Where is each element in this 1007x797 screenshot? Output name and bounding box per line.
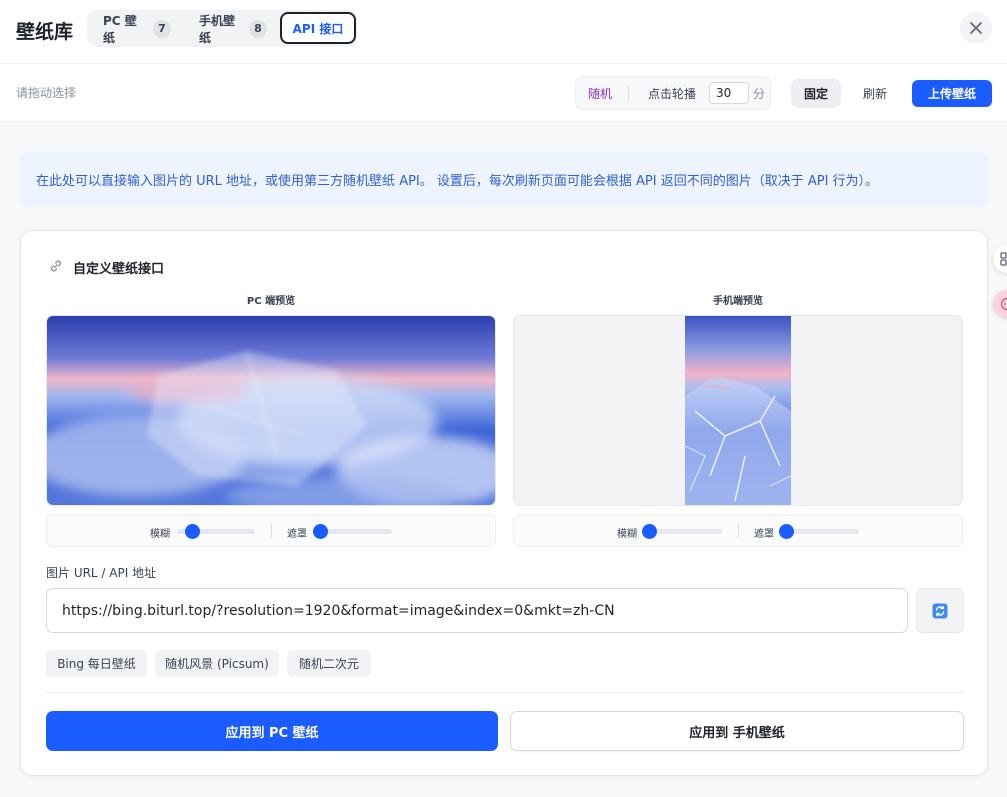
mobile-slider-row: 模糊 遮罩 (513, 514, 963, 547)
mask-slider-thumb[interactable] (313, 524, 328, 539)
tab-count-badge: 8 (249, 19, 267, 38)
blur-label: 模糊 (617, 529, 637, 540)
carousel-controls: 随机 点击轮播 分 (575, 76, 771, 110)
header: 壁纸库 PC 壁纸 7 手机壁纸 8 API 接口 (0, 0, 1007, 64)
close-button[interactable] (960, 12, 992, 44)
mobile-wallpaper-image (685, 316, 791, 505)
close-icon (970, 22, 982, 34)
tab-label: 手机壁纸 (199, 13, 236, 45)
toolbar: 请拖动选择 随机 点击轮播 分 固定 刷新 上传壁纸 (0, 64, 1007, 122)
carousel-label[interactable]: 点击轮播 (648, 85, 696, 102)
info-text: 在此处可以直接输入图片的 URL 地址，或使用第三方随机壁纸 API。 设置后，… (36, 174, 879, 189)
blur-label: 模糊 (150, 529, 170, 540)
divider (46, 692, 964, 693)
url-input[interactable] (46, 588, 908, 633)
blur-slider-thumb[interactable] (185, 524, 200, 539)
divider (271, 524, 272, 538)
random-button[interactable]: 随机 (588, 85, 612, 102)
pc-slider-row: 模糊 遮罩 (46, 514, 496, 547)
info-banner: 在此处可以直接输入图片的 URL 地址，或使用第三方随机壁纸 API。 设置后，… (20, 151, 988, 206)
fix-button[interactable]: 固定 (791, 79, 841, 108)
preset-picsum-button[interactable]: 随机风景 (Picsum) (155, 650, 279, 677)
drag-hint: 请拖动选择 (16, 86, 77, 100)
refresh-button[interactable]: 刷新 (853, 79, 897, 108)
pc-wallpaper-image (47, 316, 495, 505)
tab-label: API 接口 (292, 21, 344, 36)
refresh-icon (932, 603, 948, 618)
tab-label: PC 壁纸 (103, 13, 137, 45)
tab-api[interactable]: API 接口 (280, 12, 356, 44)
blur-slider-thumb[interactable] (642, 524, 657, 539)
mobile-preview-image (685, 316, 791, 505)
interval-input[interactable] (709, 82, 749, 104)
apply-mobile-button[interactable]: 应用到 手机壁纸 (510, 711, 964, 751)
pc-preview-image (46, 315, 496, 506)
preset-bing-button[interactable]: Bing 每日壁纸 (46, 650, 147, 677)
custom-api-card: 自定义壁纸接口 PC 端预览 手机端预览 模糊 遮罩 模糊 遮罩 图片 URL … (20, 230, 988, 776)
app-title: 壁纸库 (16, 21, 74, 43)
preset-anime-button[interactable]: 随机二次元 (287, 650, 371, 677)
mask-label: 遮罩 (754, 529, 774, 540)
upload-wallpaper-button[interactable]: 上传壁纸 (912, 80, 992, 107)
divider (628, 86, 629, 102)
divider (738, 524, 739, 538)
link-icon (51, 260, 61, 272)
side-grid-button[interactable] (993, 245, 1007, 273)
chat-icon (1000, 297, 1007, 311)
card-title: 自定义壁纸接口 (73, 262, 165, 277)
pc-preview-label: PC 端预览 (246, 296, 296, 307)
mobile-preview-container (513, 315, 963, 506)
mobile-preview-label: 手机端预览 (713, 296, 763, 307)
interval-unit: 分 (753, 87, 766, 101)
mask-label: 遮罩 (287, 529, 307, 540)
tab-pc-wallpaper[interactable]: PC 壁纸 7 (93, 13, 181, 45)
url-label: 图片 URL / API 地址 (46, 566, 157, 580)
grid-icon (1000, 252, 1007, 266)
side-chat-button[interactable] (993, 290, 1007, 318)
url-refresh-button[interactable] (916, 588, 964, 633)
tab-mobile-wallpaper[interactable]: 手机壁纸 8 (189, 13, 277, 45)
tab-count-badge: 7 (153, 19, 171, 38)
tab-bar: PC 壁纸 7 手机壁纸 8 API 接口 (87, 10, 357, 47)
mask-slider-thumb[interactable] (779, 524, 794, 539)
apply-pc-button[interactable]: 应用到 PC 壁纸 (46, 711, 498, 751)
